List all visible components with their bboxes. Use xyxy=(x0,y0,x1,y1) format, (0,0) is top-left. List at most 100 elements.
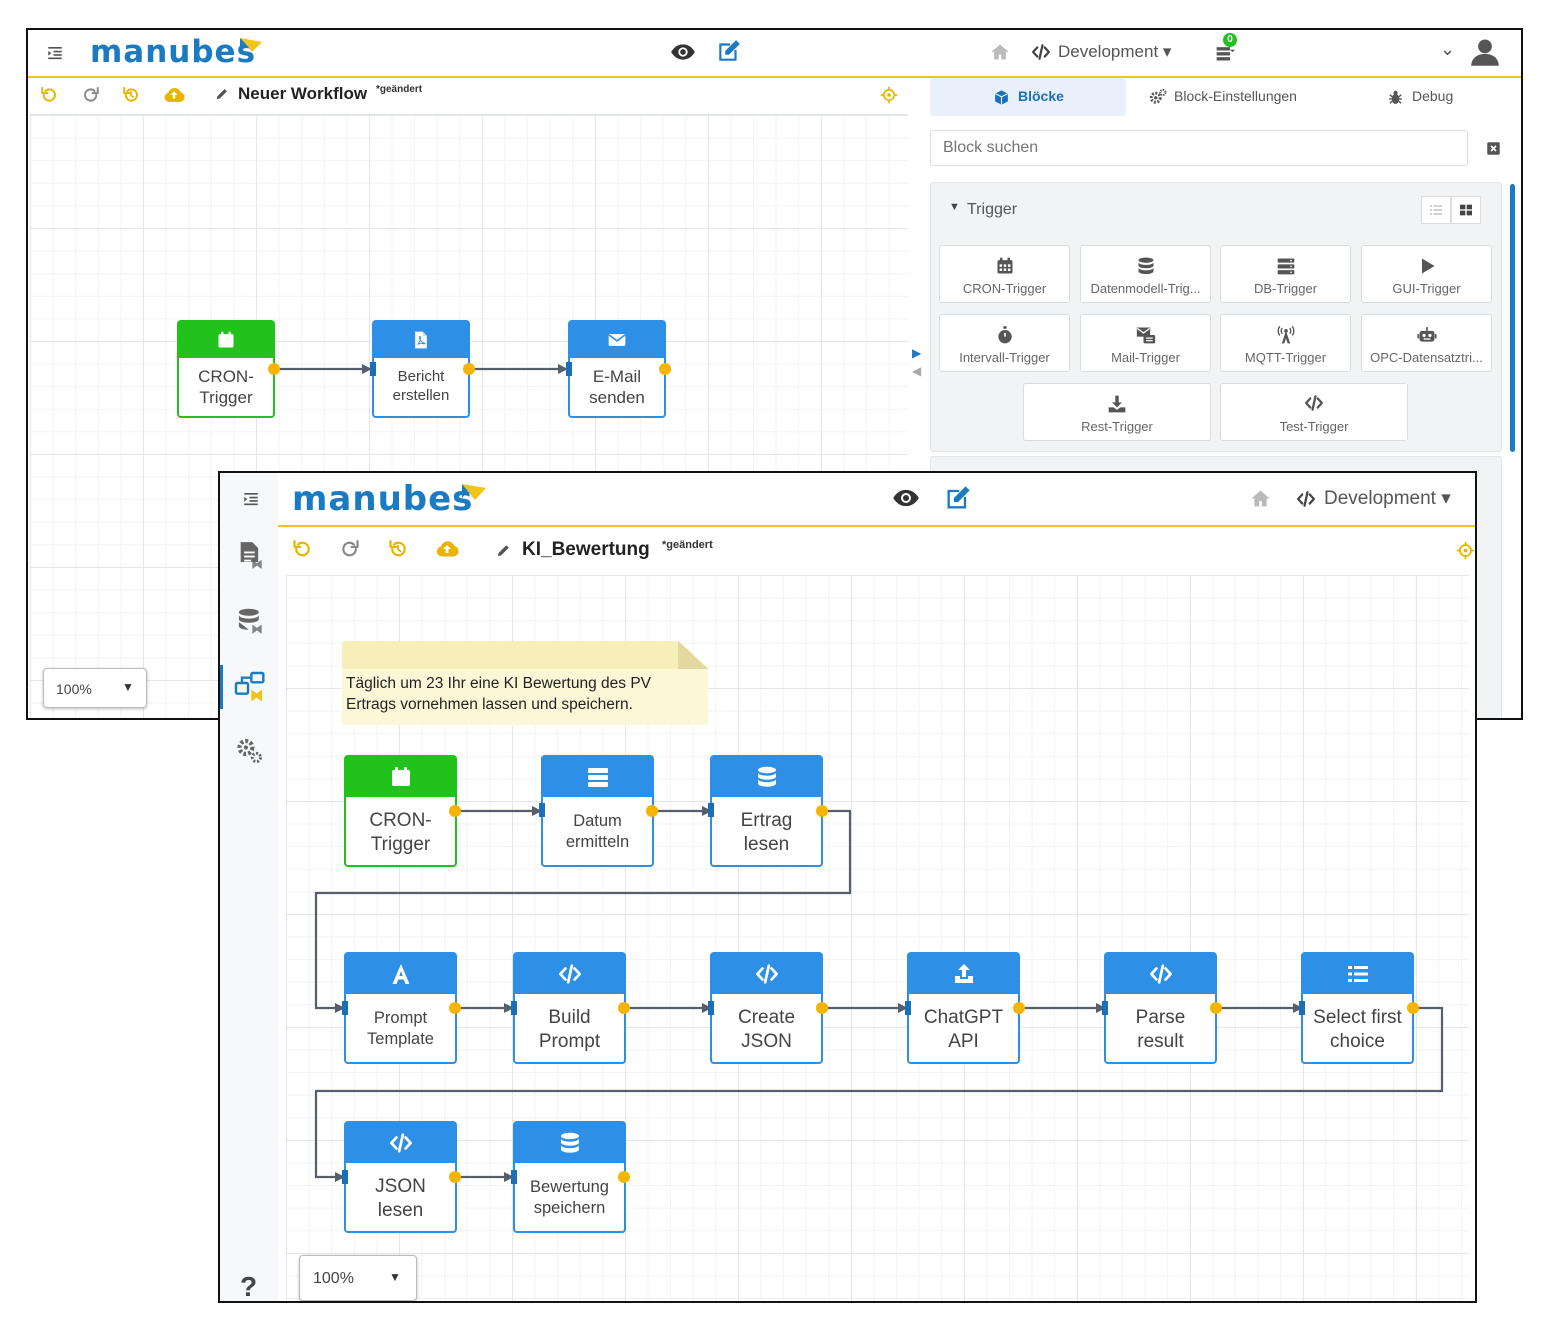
node-input-port[interactable] xyxy=(342,1170,348,1184)
calendar-icon xyxy=(389,765,413,789)
node-output-port[interactable] xyxy=(449,1002,461,1014)
zoom-value: 100% xyxy=(56,681,92,697)
block-search-input[interactable] xyxy=(930,130,1468,166)
database-icon xyxy=(1081,256,1210,276)
node-output-port[interactable] xyxy=(816,1002,828,1014)
node-input-port[interactable] xyxy=(905,1001,911,1015)
tab-debug[interactable]: Debug xyxy=(1378,78,1498,116)
stopwatch-icon xyxy=(940,325,1069,345)
tab-block-einstellungen[interactable]: Block-Einstellungen xyxy=(1138,78,1328,116)
mail-trigger-icon xyxy=(1081,325,1210,345)
workflow-node-select-first-choice[interactable]: Select first choice xyxy=(1301,952,1414,1064)
workflow-node-bericht-erstellen[interactable]: Bericht erstellen xyxy=(372,320,470,418)
expand-panel-icon[interactable]: ◀ xyxy=(912,364,921,378)
antenna-icon xyxy=(1221,325,1350,345)
front-window: ? manubes Development ▾ KI_Bewertung *ge… xyxy=(218,471,1477,1303)
tab-bloecke[interactable]: Blöcke xyxy=(930,78,1126,116)
node-output-port[interactable] xyxy=(449,1171,461,1183)
block-datenmodell-trigger[interactable]: Datenmodell-Trig... xyxy=(1080,245,1211,303)
tab-label: Blöcke xyxy=(1018,88,1064,104)
node-label: Bericht erstellen xyxy=(392,368,450,404)
user-avatar-icon[interactable] xyxy=(1468,34,1502,70)
node-input-port[interactable] xyxy=(708,1001,714,1015)
node-output-port[interactable] xyxy=(463,363,475,375)
node-input-port[interactable] xyxy=(566,362,572,376)
node-input-port[interactable] xyxy=(1299,1001,1305,1015)
workflow-node-prompt-template[interactable]: Prompt Template xyxy=(344,952,457,1064)
node-label: Create JSON xyxy=(737,1007,796,1052)
node-output-port[interactable] xyxy=(646,805,658,817)
node-label: E-Mail senden xyxy=(589,367,645,408)
workflow-node-create-json[interactable]: Create JSON xyxy=(710,952,823,1064)
collapse-panel-icon[interactable]: ▶ xyxy=(912,346,921,360)
cube-icon xyxy=(992,88,1010,106)
clear-search-icon[interactable] xyxy=(1484,139,1502,157)
list-view-icon[interactable] xyxy=(1421,196,1451,224)
calendar-icon xyxy=(940,256,1069,276)
grid-view-icon[interactable] xyxy=(1451,196,1481,224)
workflow-node-parse-result[interactable]: Parse result xyxy=(1104,952,1217,1064)
node-input-port[interactable] xyxy=(511,1170,517,1184)
block-cron-trigger[interactable]: CRON-Trigger xyxy=(939,245,1070,303)
database-icon xyxy=(558,1131,582,1155)
block-rest-trigger[interactable]: Rest-Trigger xyxy=(1023,383,1211,441)
tab-label: Block-Einstellungen xyxy=(1174,88,1297,104)
node-output-port[interactable] xyxy=(1013,1002,1025,1014)
zoom-select[interactable]: 100% ▼ xyxy=(299,1255,417,1301)
home-icon[interactable] xyxy=(988,41,1012,63)
block-label: Mail-Trigger xyxy=(1111,350,1180,365)
node-label: CRON- Trigger xyxy=(198,367,254,408)
section-title[interactable]: Trigger xyxy=(967,201,1017,219)
workflow-node-datum-ermitteln[interactable]: Datum ermitteln xyxy=(541,755,654,867)
code-icon xyxy=(387,1132,415,1154)
block-gui-trigger[interactable]: GUI-Trigger xyxy=(1361,245,1492,303)
workflow-node-ertrag-lesen[interactable]: Ertrag lesen xyxy=(710,755,823,867)
caret-down-icon: ▼ xyxy=(122,680,134,694)
tab-label: Debug xyxy=(1412,88,1454,104)
environment-selector[interactable]: Development ▾ xyxy=(1058,42,1171,62)
node-input-port[interactable] xyxy=(342,1001,348,1015)
node-label: Datum ermitteln xyxy=(565,812,630,851)
node-output-port[interactable] xyxy=(1210,1002,1222,1014)
node-output-port[interactable] xyxy=(449,805,461,817)
node-input-port[interactable] xyxy=(370,362,376,376)
workflow-node-json-lesen[interactable]: JSON lesen xyxy=(344,1121,457,1233)
letter-a-icon xyxy=(389,962,413,986)
workflow-node-bewertung-speichern[interactable]: Bewertung speichern xyxy=(513,1121,626,1233)
notification-badge: 0 xyxy=(1223,33,1237,47)
node-output-port[interactable] xyxy=(1407,1002,1419,1014)
panel-scrollbar[interactable] xyxy=(1510,184,1515,452)
block-intervall-trigger[interactable]: Intervall-Trigger xyxy=(939,314,1070,372)
node-label: JSON lesen xyxy=(375,1176,426,1221)
zoom-select[interactable]: 100% ▼ xyxy=(43,668,147,708)
server-icon xyxy=(586,765,610,789)
block-test-trigger[interactable]: Test-Trigger xyxy=(1220,383,1408,441)
section-caret-icon[interactable]: ▼ xyxy=(949,201,960,213)
node-label: Parse result xyxy=(1135,1007,1186,1052)
node-input-port[interactable] xyxy=(1102,1001,1108,1015)
node-output-port[interactable] xyxy=(659,363,671,375)
block-label: DB-Trigger xyxy=(1253,281,1318,296)
node-output-port[interactable] xyxy=(268,363,280,375)
calendar-icon xyxy=(216,330,236,350)
node-input-port[interactable] xyxy=(708,803,714,817)
code-icon xyxy=(1030,42,1052,62)
block-mqtt-trigger[interactable]: MQTT-Trigger xyxy=(1220,314,1351,372)
workflow-node-cron-trigger[interactable]: CRON- Trigger xyxy=(344,755,457,867)
block-opc-trigger[interactable]: OPC-Datensatztri... xyxy=(1361,314,1492,372)
node-input-port[interactable] xyxy=(511,1001,517,1015)
block-db-trigger[interactable]: DB-Trigger xyxy=(1220,245,1351,303)
node-output-port[interactable] xyxy=(618,1171,630,1183)
workflow-node-chatgpt-api[interactable]: ChatGPT API xyxy=(907,952,1020,1064)
node-input-port[interactable] xyxy=(539,803,545,817)
block-mail-trigger[interactable]: Mail-Trigger xyxy=(1080,314,1211,372)
node-output-port[interactable] xyxy=(816,805,828,817)
workflow-node-build-prompt[interactable]: Build Prompt xyxy=(513,952,626,1064)
workflow-node-email-senden[interactable]: E-Mail senden xyxy=(568,320,666,418)
zoom-value: 100% xyxy=(313,1270,354,1287)
node-output-port[interactable] xyxy=(618,1002,630,1014)
caret-down-icon: ▼ xyxy=(389,1270,401,1284)
workflow-node-cron-trigger[interactable]: CRON- Trigger xyxy=(177,320,275,418)
chevron-down-icon[interactable]: ⌄ xyxy=(1440,39,1455,60)
node-label: Bewertung speichern xyxy=(530,1178,609,1217)
